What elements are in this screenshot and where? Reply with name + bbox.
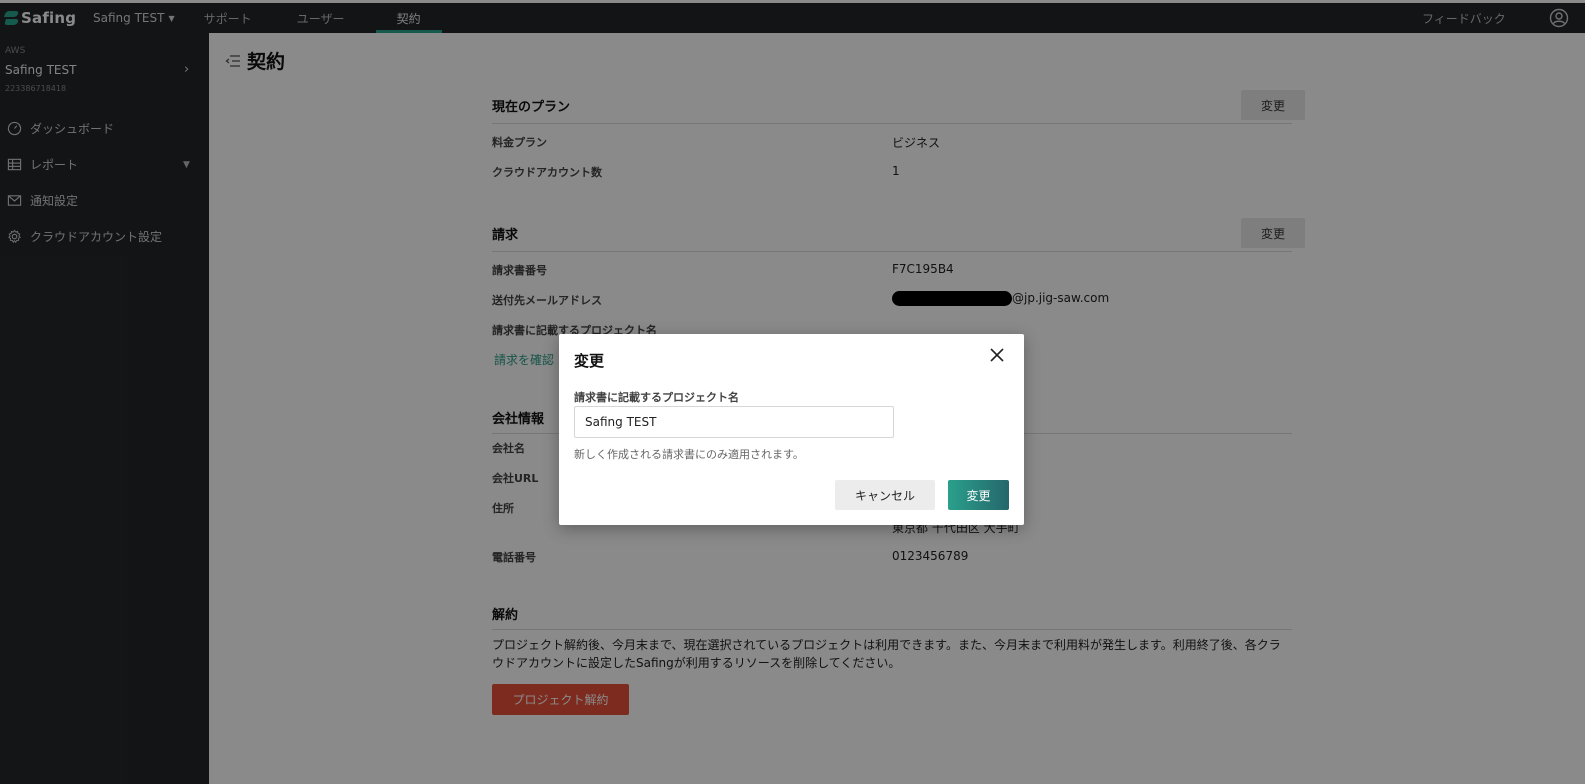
close-icon[interactable] xyxy=(989,347,1005,363)
project-name-help-text: 新しく作成される請求書にのみ適用されます。 xyxy=(574,448,804,461)
project-name-input[interactable] xyxy=(574,406,894,438)
submit-change-button[interactable]: 変更 xyxy=(948,480,1009,510)
change-dialog: 変更 請求書に記載するプロジェクト名 新しく作成される請求書にのみ適用されます。… xyxy=(559,334,1024,525)
cancel-button[interactable]: キャンセル xyxy=(835,480,935,510)
dialog-title: 変更 xyxy=(574,352,605,370)
project-name-field-label: 請求書に記載するプロジェクト名 xyxy=(574,391,739,404)
